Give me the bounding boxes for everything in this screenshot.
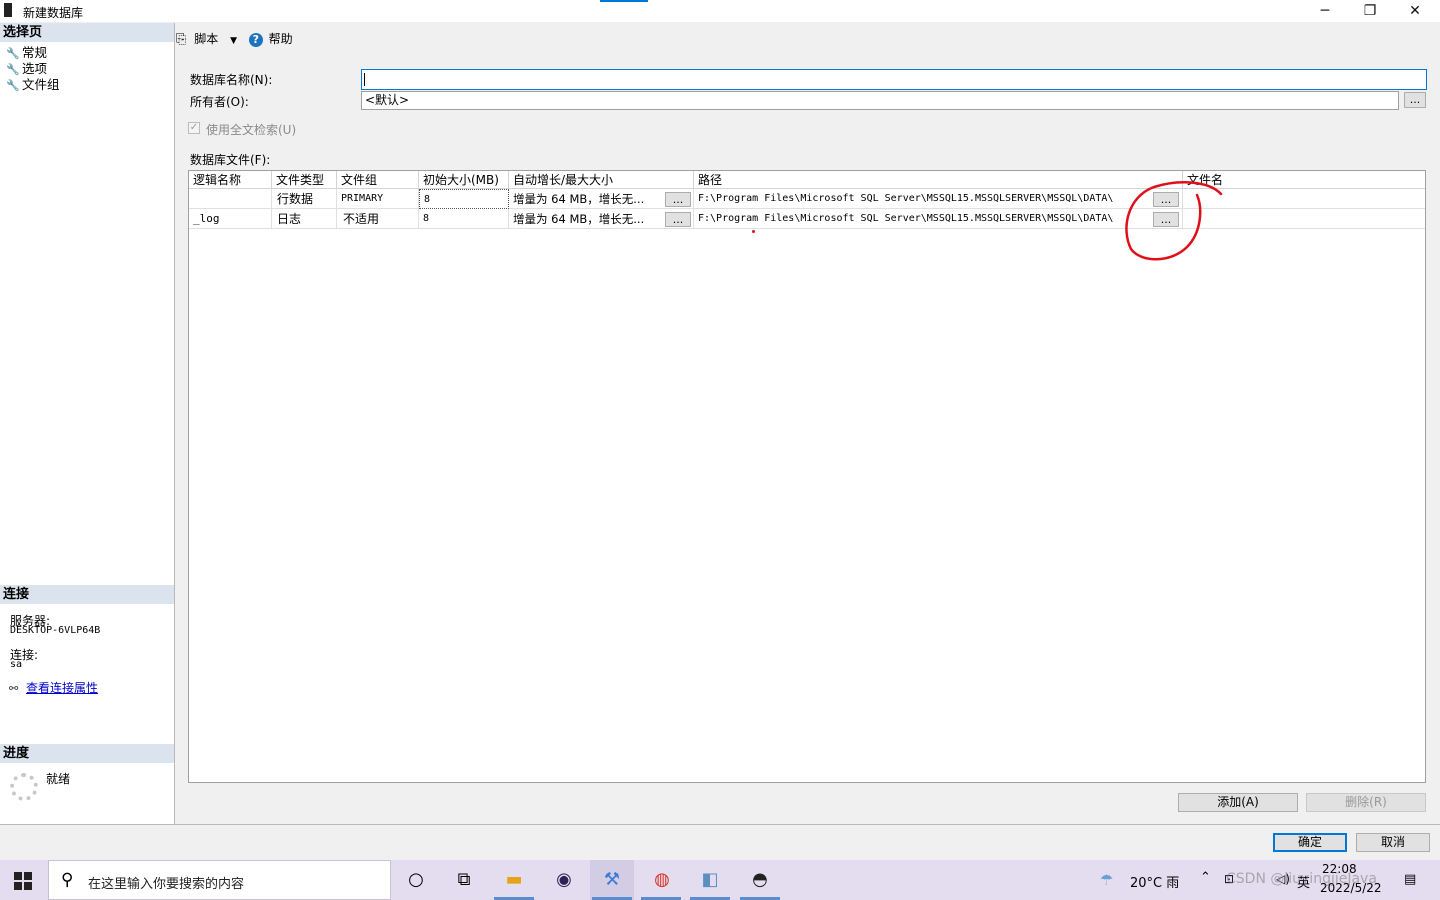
watermark: CSDN @liuyingjieJava [1226, 871, 1377, 887]
progress-header: 进度 [0, 744, 174, 763]
db-files-label: 数据库文件(F): [190, 153, 271, 167]
title-bar: 新建数据库 ─ ❐ ✕ [0, 0, 1440, 22]
close-button[interactable]: ✕ [1392, 0, 1438, 22]
cell-group[interactable]: PRIMARY [337, 189, 419, 209]
restore-button[interactable]: ❐ [1347, 0, 1393, 22]
cortana-icon[interactable]: ○ [404, 868, 428, 892]
cell-logical[interactable]: _log [189, 209, 272, 229]
growth-browse-button[interactable]: ... [665, 192, 691, 207]
cell-size[interactable]: 8 [419, 189, 509, 209]
select-page-header: 选择页 [0, 23, 174, 42]
col-header-size[interactable]: 初始大小(MB) [419, 171, 509, 189]
ssms-icon[interactable]: ⚒ [600, 868, 624, 892]
chevron-up-icon[interactable]: ⌃ [1200, 870, 1211, 885]
toolbar: ⎘ 脚本 ▼ ? 帮助 [176, 30, 293, 50]
cell-logical[interactable] [189, 189, 272, 209]
window-title: 新建数据库 [23, 6, 84, 20]
owner-browse-button[interactable]: ... [1404, 92, 1426, 108]
col-header-type[interactable]: 文件类型 [272, 171, 337, 189]
fulltext-checkbox[interactable]: ✓ [188, 122, 200, 134]
left-pane: 选择页 🔧 常规 🔧 选项 🔧 文件组 连接 服务器: DESKTOP-6VLP64B… [0, 23, 175, 824]
col-header-group[interactable]: 文件组 [337, 171, 419, 189]
photos-icon[interactable]: ◓ [748, 868, 772, 892]
app-icon[interactable]: ◧ [698, 868, 722, 892]
owner-input[interactable]: <默认> [361, 91, 1399, 110]
progress-spinner-icon [10, 773, 38, 801]
cell-type[interactable]: 日志 [272, 209, 337, 229]
page-item-options[interactable]: 🔧 选项 [6, 61, 47, 77]
bottom-divider [0, 824, 1440, 825]
connection-icon: ⚯ [9, 682, 19, 695]
app-icon [4, 3, 12, 17]
cell-group[interactable]: 不适用 [337, 209, 419, 229]
search-icon: ⚲ [61, 870, 74, 890]
title-accent [600, 0, 648, 2]
view-props-link[interactable]: 查看连接属性 [26, 681, 98, 695]
wrench-icon: 🔧 [6, 47, 20, 60]
server-value: DESKTOP-6VLP64B [10, 625, 101, 636]
file-explorer-icon[interactable]: ▬ [502, 868, 526, 892]
cell-path[interactable]: F:\Program Files\Microsoft SQL Server\MS… [694, 209, 1183, 229]
connection-header: 连接 [0, 585, 174, 604]
view-connection-props[interactable]: ⚯ 查看连接属性 [9, 679, 98, 696]
script-button[interactable]: 脚本 [194, 32, 218, 46]
ok-button[interactable]: 确定 [1273, 833, 1347, 852]
db-files-grid: 逻辑名称 文件类型 文件组 初始大小(MB) 自动增长/最大大小 路径 文件名 … [188, 170, 1426, 783]
col-header-growth[interactable]: 自动增长/最大大小 [509, 171, 694, 189]
col-header-path[interactable]: 路径 [694, 171, 1183, 189]
wrench-icon: 🔧 [6, 63, 20, 76]
wrench-icon: 🔧 [6, 79, 20, 92]
text-cursor [364, 73, 365, 86]
cell-path[interactable]: F:\Program Files\Microsoft SQL Server\MS… [694, 189, 1183, 209]
progress-status: 就绪 [46, 772, 71, 786]
taskbar-search[interactable]: ⚲ 在这里输入你要搜索的内容 [48, 860, 391, 900]
cancel-button[interactable]: 取消 [1356, 833, 1430, 852]
remove-button[interactable]: 删除(R) [1306, 793, 1426, 812]
task-view-icon[interactable]: ⧉ [452, 868, 476, 892]
notification-icon[interactable]: ▤ [1404, 872, 1416, 887]
help-button[interactable]: 帮助 [269, 32, 293, 46]
owner-label: 所有者(O): [190, 95, 249, 109]
page-item-filegroups[interactable]: 🔧 文件组 [6, 77, 60, 93]
db-name-label: 数据库名称(N): [190, 73, 273, 87]
cell-type[interactable]: 行数据 [272, 189, 337, 209]
connection-value: sa [10, 659, 23, 670]
chevron-down-icon[interactable]: ▼ [230, 36, 237, 46]
help-icon: ? [248, 33, 263, 47]
page-label: 文件组 [22, 77, 60, 92]
fulltext-label: 使用全文检索(U) [206, 123, 297, 137]
col-header-logical[interactable]: 逻辑名称 [189, 171, 272, 189]
taskbar: ⚲ 在这里输入你要搜索的内容 ○ ⧉ ▬ ◉ ⚒ ◍ ◧ ◓ ☂ 20°C 雨 … [0, 860, 1440, 900]
weather-text[interactable]: 20°C 雨 [1130, 872, 1179, 891]
add-button[interactable]: 添加(A) [1178, 793, 1298, 812]
page-label: 常规 [22, 45, 48, 60]
windows-start-icon[interactable] [14, 872, 32, 890]
annotation-dot [752, 230, 755, 233]
search-placeholder: 在这里输入你要搜索的内容 [88, 877, 245, 892]
annotation-circle [1125, 181, 1223, 261]
chrome-icon[interactable]: ◍ [650, 868, 674, 892]
page-item-general[interactable]: 🔧 常规 [6, 45, 47, 61]
page-label: 选项 [22, 61, 48, 76]
weather-icon: ☂ [1100, 871, 1114, 889]
cell-size[interactable]: 8 [419, 209, 509, 229]
eclipse-icon[interactable]: ◉ [552, 868, 576, 892]
db-name-input[interactable] [361, 69, 1427, 90]
minimize-button[interactable]: ─ [1302, 0, 1348, 22]
growth-browse-button[interactable]: ... [665, 212, 691, 227]
script-icon: ⎘ [176, 32, 187, 47]
